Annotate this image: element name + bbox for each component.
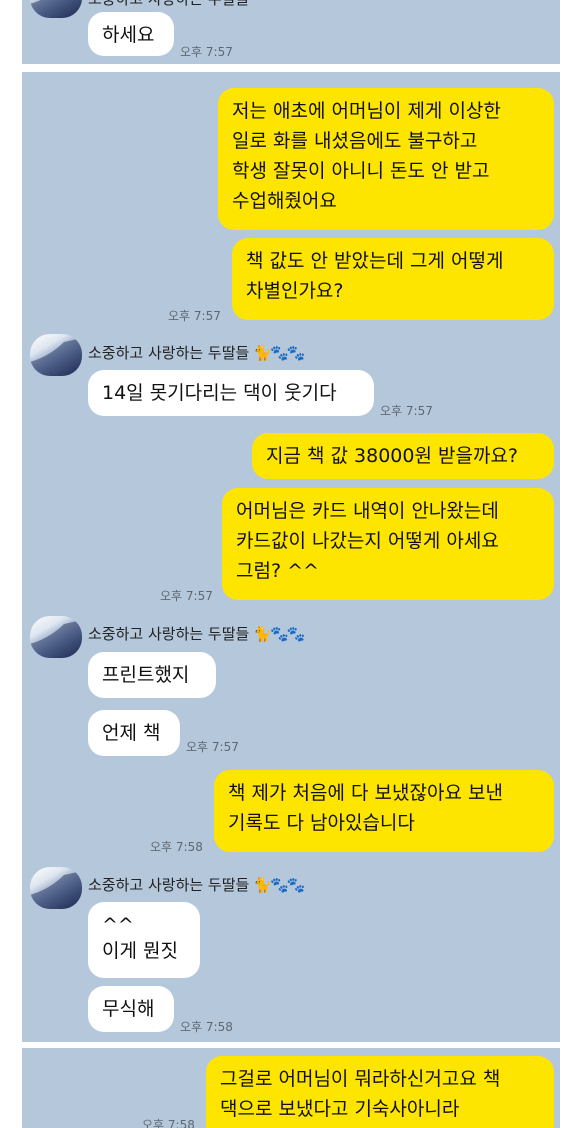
message-bubble-other[interactable]: ^^ 이게 뭔짓 (88, 902, 200, 978)
message-bubble-me[interactable]: 그걸로 어머님이 뭐라하신거고요 책 댁으로 보냈다고 기숙사아니라 (206, 1056, 554, 1128)
message-bubble-me[interactable]: 저는 애초에 어머님이 제게 이상한 일로 화를 내셨음에도 불구하고 학생 잘… (218, 88, 554, 230)
chat-panel-bottom: 그걸로 어머님이 뭐라하신거고요 책 댁으로 보냈다고 기숙사아니라 오후 7:… (22, 1048, 560, 1128)
cat-paw-emoji-icon: 🐈🐾🐾 (253, 344, 305, 362)
message-bubble-other[interactable]: 하세요 (88, 12, 174, 56)
message-time: 오후 7:57 (160, 589, 213, 603)
sender-name-text: 소중하고 사랑하는 두딸들 (88, 625, 250, 643)
sender-name: 소중하고 사랑하는 두딸들 🐈🐾🐾 (88, 342, 305, 363)
message-bubble-me[interactable]: 지금 책 값 38000원 받을까요? (252, 433, 554, 479)
message-time: 오후 7:58 (142, 1118, 195, 1128)
chat-panel-top: 소중하고 사랑하는 두딸들 하세요 오후 7:57 (22, 0, 560, 64)
chat-panel-main: 저는 애초에 어머님이 제게 이상한 일로 화를 내셨음에도 불구하고 학생 잘… (22, 72, 560, 1042)
message-time: 오후 7:58 (150, 840, 203, 854)
message-bubble-me[interactable]: 어머님은 카드 내역이 안나왔는데 카드값이 나갔는지 어떻게 아세요 그럼? … (222, 488, 554, 600)
message-bubble-other[interactable]: 언제 책 (88, 710, 180, 756)
sender-name: 소중하고 사랑하는 두딸들 🐈🐾🐾 (88, 623, 305, 644)
cat-paw-emoji-icon: 🐈🐾🐾 (253, 876, 305, 894)
sender-name: 소중하고 사랑하는 두딸들 🐈🐾🐾 (88, 874, 305, 895)
message-bubble-other[interactable]: 무식해 (88, 986, 174, 1032)
sender-name: 소중하고 사랑하는 두딸들 (88, 0, 249, 9)
message-time: 오후 7:57 (180, 45, 233, 59)
message-bubble-other[interactable]: 14일 못기다리는 댁이 웃기다 (88, 370, 374, 416)
message-time: 오후 7:58 (180, 1020, 233, 1034)
message-time: 오후 7:57 (168, 309, 221, 323)
avatar[interactable] (30, 0, 82, 18)
sender-name-text: 소중하고 사랑하는 두딸들 (88, 876, 250, 894)
cat-paw-emoji-icon: 🐈🐾🐾 (253, 625, 305, 643)
avatar[interactable] (30, 867, 82, 909)
message-bubble-me[interactable]: 책 값도 안 받았는데 그게 어떻게 차별인가요? (232, 238, 554, 320)
avatar[interactable] (30, 334, 82, 376)
avatar[interactable] (30, 616, 82, 658)
sender-name-text: 소중하고 사랑하는 두딸들 (88, 344, 250, 362)
message-time: 오후 7:57 (380, 404, 433, 418)
message-bubble-other[interactable]: 프린트했지 (88, 652, 216, 698)
message-time: 오후 7:57 (186, 740, 239, 754)
message-bubble-me[interactable]: 책 제가 처음에 다 보냈잖아요 보낸 기록도 다 남아있습니다 (214, 770, 554, 852)
